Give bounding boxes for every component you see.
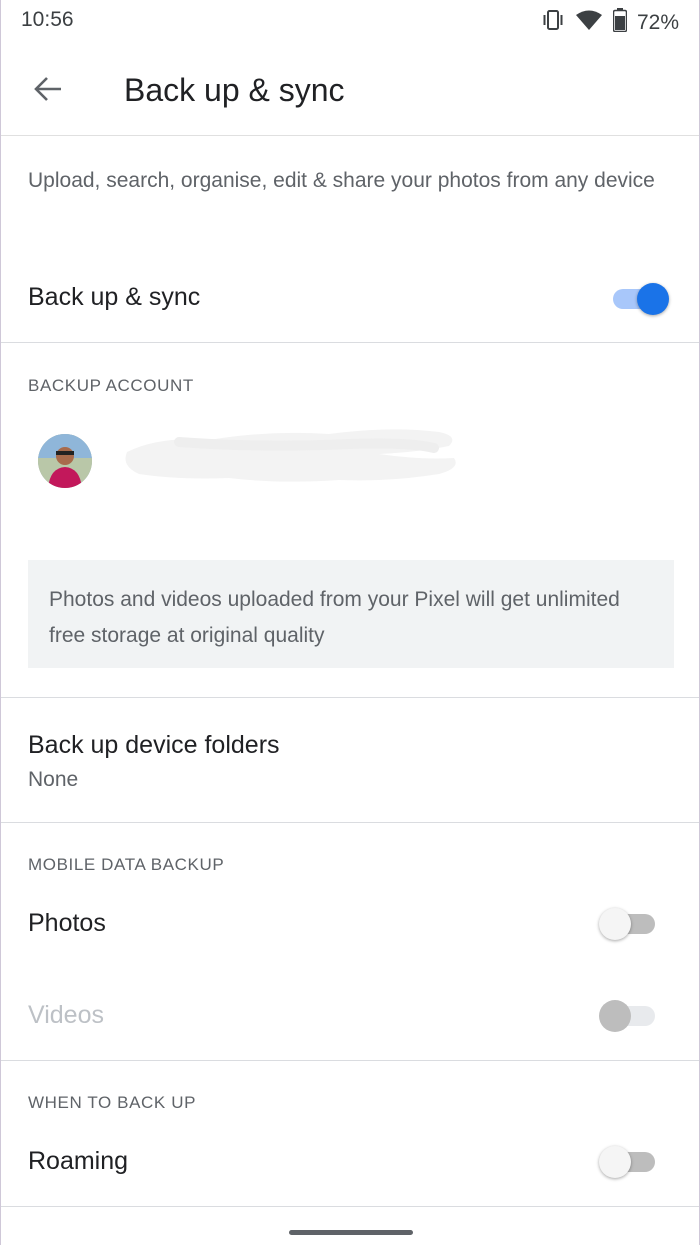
account-email-redacted	[119, 418, 464, 488]
divider	[1, 1060, 699, 1061]
roaming-toggle[interactable]	[599, 1140, 659, 1180]
page-title: Back up & sync	[124, 72, 345, 108]
backup-sync-label: Back up & sync	[28, 283, 201, 311]
roaming-label: Roaming	[28, 1147, 129, 1175]
status-bar: 10:56 72%	[1, 0, 699, 44]
videos-label: Videos	[28, 1001, 104, 1029]
device-folders-value: None	[28, 768, 79, 791]
arrow-back-icon	[33, 76, 63, 107]
backup-sync-toggle[interactable]	[609, 277, 669, 317]
wifi-icon	[575, 9, 603, 36]
back-button[interactable]	[23, 66, 73, 116]
battery-percent: 72%	[636, 10, 679, 34]
toggle-thumb	[599, 1146, 631, 1178]
storage-info-box: Photos and videos uploaded from your Pix…	[28, 560, 674, 668]
toggle-thumb	[599, 908, 631, 940]
photos-label: Photos	[28, 909, 106, 937]
status-icons: 72%	[541, 8, 679, 37]
toggle-thumb	[637, 283, 669, 315]
toggle-thumb	[599, 1000, 631, 1032]
battery-icon	[612, 8, 628, 37]
divider	[1, 697, 699, 698]
divider	[1, 822, 699, 823]
photos-toggle[interactable]	[599, 902, 659, 942]
videos-toggle[interactable]	[599, 994, 659, 1034]
vibrate-icon	[541, 9, 565, 36]
divider	[1, 1206, 699, 1207]
section-header-when-to-back-up: WHEN TO BACK UP	[28, 1093, 197, 1112]
storage-info-text: Photos and videos uploaded from your Pix…	[49, 588, 620, 647]
settings-screen: 10:56 72% Back up & sync Upload, search,…	[0, 0, 700, 1245]
page-description: Upload, search, organise, edit & share y…	[28, 169, 655, 192]
device-folders-label: Back up device folders	[28, 731, 280, 759]
section-header-backup-account: BACKUP ACCOUNT	[28, 376, 194, 395]
divider	[1, 342, 699, 343]
status-time: 10:56	[21, 8, 74, 31]
app-bar: Back up & sync	[1, 44, 699, 136]
avatar[interactable]	[38, 434, 92, 488]
gesture-nav-handle[interactable]	[289, 1230, 413, 1235]
section-header-mobile-data: MOBILE DATA BACKUP	[28, 855, 225, 874]
